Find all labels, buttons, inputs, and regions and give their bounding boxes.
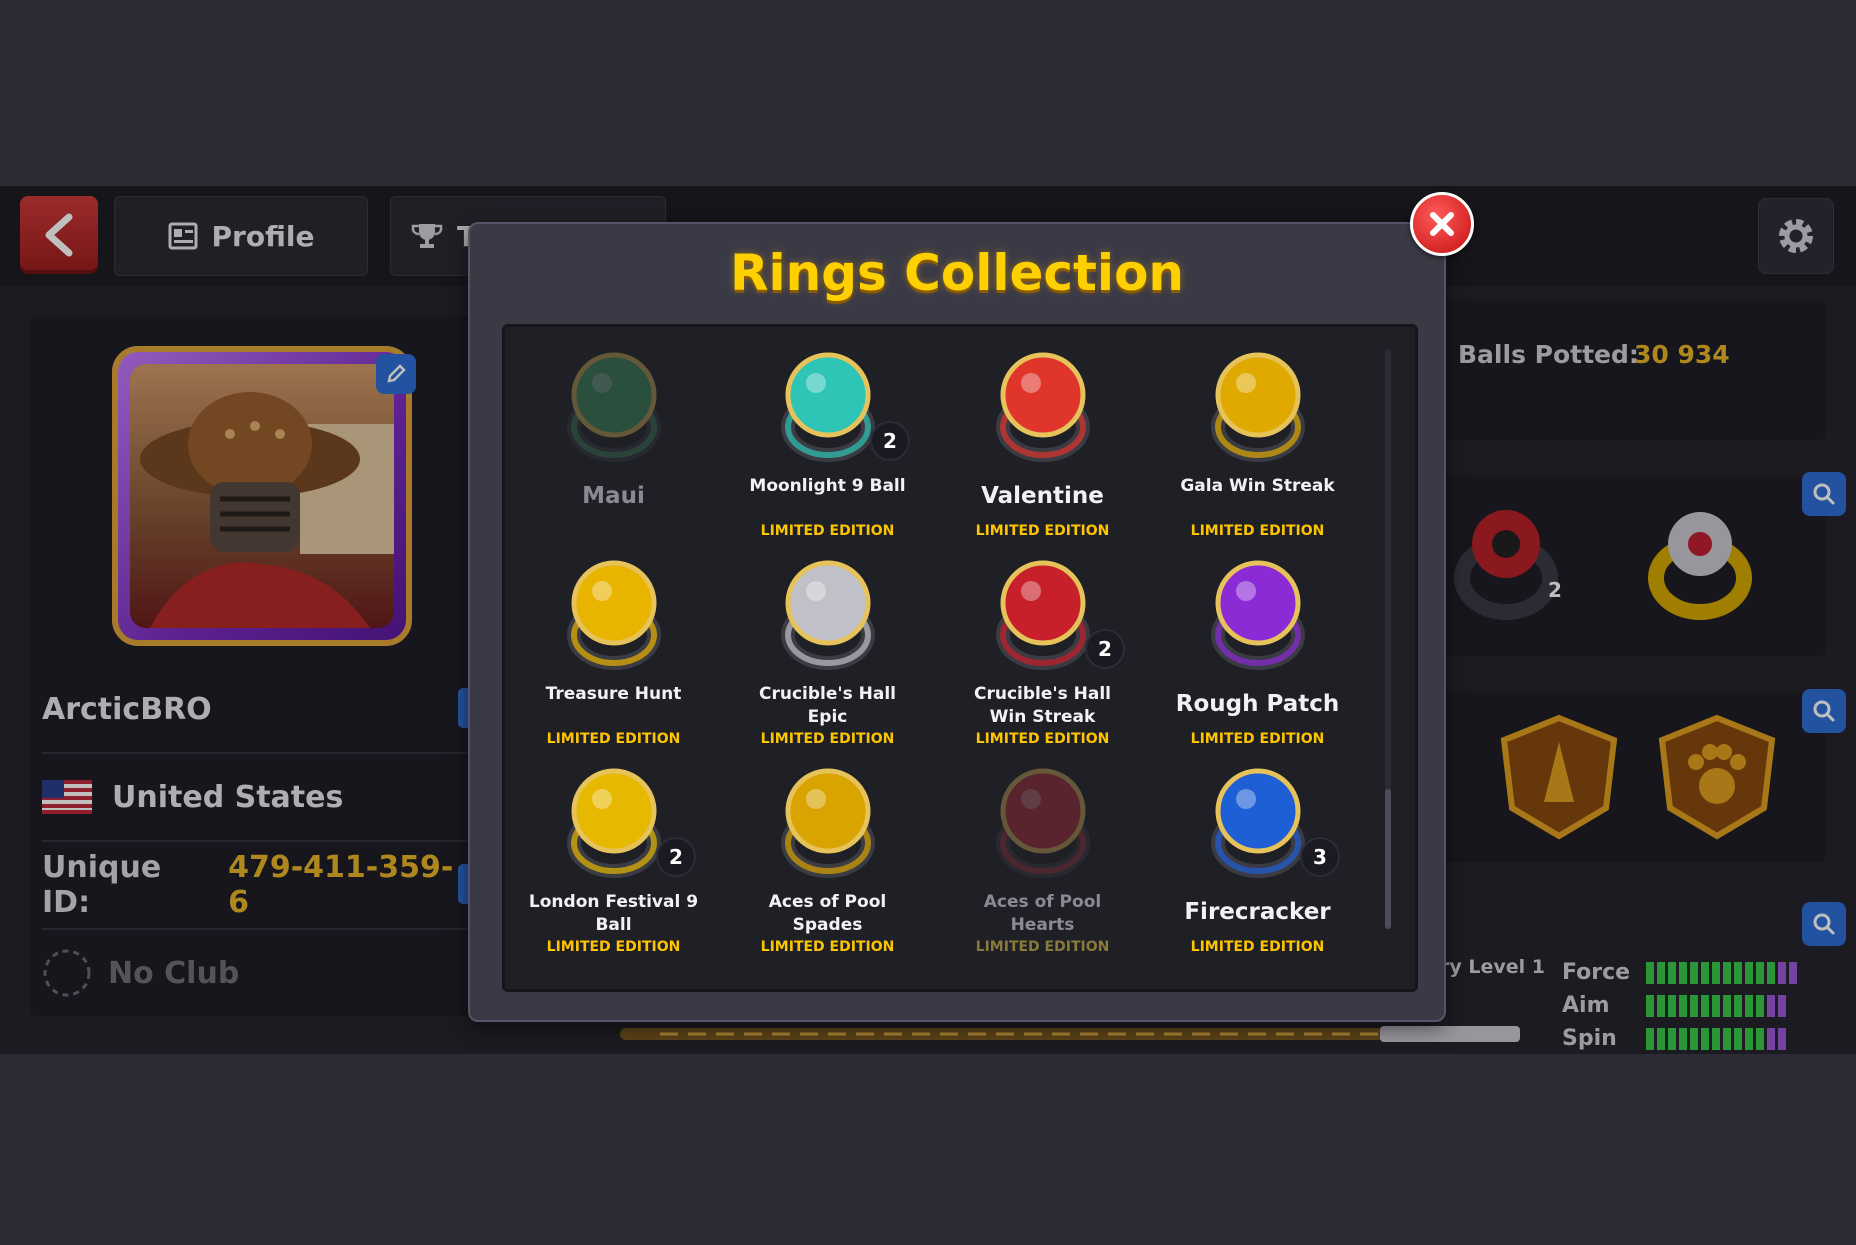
ring-name: Moonlight 9 Ball	[749, 476, 906, 496]
ring-item[interactable]: Aces of Pool Spades LIMITED EDITION	[720, 759, 935, 959]
ring-name: Gala Win Streak	[1180, 476, 1335, 496]
ring-name: Firecracker	[1184, 899, 1331, 925]
ring-edition-label: LIMITED EDITION	[760, 939, 895, 955]
ring-edition-label: LIMITED EDITION	[1190, 731, 1325, 747]
rings-collection-modal: Rings Collection Maui 2 Moonlight 9 Ball LI…	[468, 222, 1446, 1022]
ring-icon	[1210, 560, 1305, 670]
ring-icon	[566, 768, 661, 878]
ring-name: Valentine	[981, 483, 1104, 509]
ring-edition-label: LIMITED EDITION	[760, 523, 895, 539]
ring-edition-label: LIMITED EDITION	[546, 731, 681, 747]
ring-edition-label: LIMITED EDITION	[546, 939, 681, 955]
ring-name: Aces of Pool Hearts	[983, 892, 1102, 935]
scrollbar-track[interactable]	[1385, 349, 1391, 853]
ring-item[interactable]: Aces of Pool Hearts LIMITED EDITION	[935, 759, 1150, 959]
ring-item[interactable]: 2 Crucible's Hall Win Streak LIMITED EDITI…	[935, 551, 1150, 751]
ring-item[interactable]: Maui	[506, 343, 721, 543]
ring-count-badge: 2	[656, 837, 696, 877]
close-button[interactable]	[1410, 192, 1474, 256]
ring-count-badge: 2	[1085, 629, 1125, 669]
ring-edition-label: LIMITED EDITION	[1190, 939, 1325, 955]
ring-icon	[566, 352, 661, 462]
ring-icon	[995, 560, 1090, 670]
ring-icon	[780, 352, 875, 462]
ring-icon	[780, 768, 875, 878]
ring-edition-label: LIMITED EDITION	[1190, 523, 1325, 539]
ring-name: Crucible's Hall Win Streak	[974, 684, 1111, 727]
ring-edition-label: LIMITED EDITION	[760, 731, 895, 747]
ring-count-badge: 3	[1300, 837, 1340, 877]
ring-edition-label: LIMITED EDITION	[975, 939, 1110, 955]
ring-name: Rough Patch	[1175, 691, 1340, 717]
ring-count-badge: 2	[870, 421, 910, 461]
ring-name: Aces of Pool Spades	[768, 892, 887, 935]
ring-edition-label: LIMITED EDITION	[975, 523, 1110, 539]
ring-icon	[566, 560, 661, 670]
ring-item[interactable]: Gala Win Streak LIMITED EDITION	[1150, 343, 1365, 543]
ring-name: Treasure Hunt	[545, 684, 682, 704]
ring-icon	[995, 352, 1090, 462]
ring-item[interactable]: 3 Firecracker LIMITED EDITION	[1150, 759, 1365, 959]
ring-name: London Festival 9 Ball	[528, 892, 699, 935]
scrollbar-thumb[interactable]	[1385, 789, 1391, 929]
ring-icon	[1210, 768, 1305, 878]
ring-item[interactable]: Rough Patch LIMITED EDITION	[1150, 551, 1365, 751]
modal-title: Rings Collection	[729, 244, 1185, 302]
ring-item[interactable]: Crucible's Hall Epic LIMITED EDITION	[720, 551, 935, 751]
ring-icon	[1210, 352, 1305, 462]
ring-item[interactable]: Treasure Hunt LIMITED EDITION	[506, 551, 721, 751]
ring-edition-label: LIMITED EDITION	[975, 731, 1110, 747]
ring-icon	[780, 560, 875, 670]
ring-item[interactable]: Valentine LIMITED EDITION	[935, 343, 1150, 543]
ring-item[interactable]: 2 London Festival 9 Ball LIMITED EDITION	[506, 759, 721, 959]
ring-name: Maui	[582, 483, 645, 509]
ring-name: Crucible's Hall Epic	[759, 684, 896, 727]
rings-grid: Maui 2 Moonlight 9 Ball LIMITED EDITION Vale…	[502, 324, 1418, 992]
ring-icon	[995, 768, 1090, 878]
ring-item[interactable]: 2 Moonlight 9 Ball LIMITED EDITION	[720, 343, 935, 543]
close-icon	[1430, 212, 1454, 236]
